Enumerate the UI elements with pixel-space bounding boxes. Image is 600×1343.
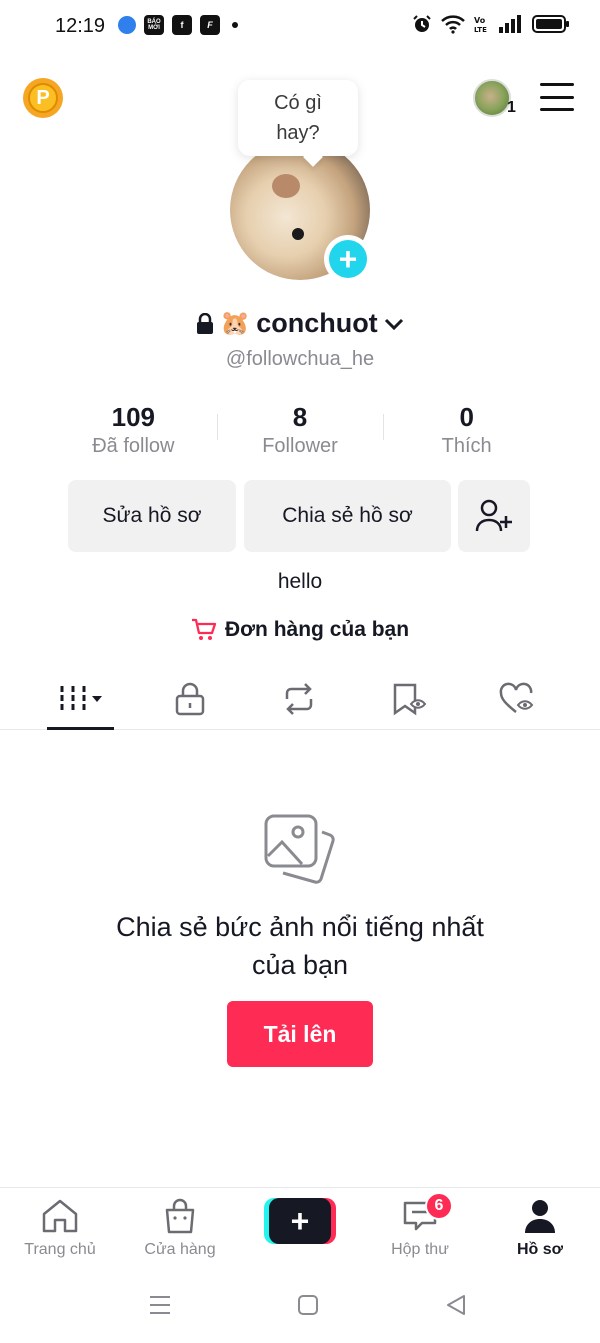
nav-home-label: Trang chủ (24, 1241, 96, 1258)
profile-name-row[interactable]: 🐹 conchuot (0, 308, 600, 339)
status-system-icons: Vo LTE (412, 14, 570, 34)
private-lock-icon (175, 682, 205, 716)
status-time: 12:19 (55, 15, 106, 37)
home-button-icon[interactable] (297, 1293, 319, 1317)
stat-likes-value: 0 (459, 402, 474, 432)
wifi-icon (441, 15, 465, 34)
coin-icon: P (28, 83, 58, 113)
tab-private[interactable] (155, 668, 225, 730)
name-emoji: 🐹 (220, 310, 251, 337)
active-tab-indicator (47, 727, 114, 730)
plus-icon: + (329, 240, 367, 278)
nav-profile-label: Hồ sơ (516, 1241, 564, 1258)
profile-tabs (0, 668, 600, 730)
nav-shop-label: Cửa hàng (144, 1241, 216, 1258)
repost-icon (285, 683, 313, 715)
add-story-button[interactable]: + (324, 235, 372, 283)
profile-bio: hello (277, 570, 323, 593)
videos-grid-icon (60, 686, 102, 712)
baomoi-icon: BÁO MỚI (144, 15, 164, 35)
stat-following[interactable]: 109 Đã follow (50, 402, 217, 458)
volte-icon: VoLTE (474, 16, 487, 34)
menu-icon[interactable] (540, 83, 574, 111)
tab-liked[interactable] (483, 668, 553, 730)
tab-repost[interactable] (264, 668, 334, 730)
messenger-icon (118, 16, 136, 34)
nav-shop[interactable]: Cửa hàng (125, 1198, 235, 1259)
stat-likes[interactable]: 0 Thích (383, 402, 550, 458)
battery-icon (532, 15, 569, 33)
stat-likes-label: Thích (441, 435, 492, 457)
profile-stats: 109 Đã follow 8 Follower 0 Thích (50, 402, 550, 458)
account-switch-avatar[interactable] (473, 79, 511, 117)
photos-icon (264, 814, 335, 884)
cart-icon (191, 618, 217, 640)
stat-followers-label: Follower (262, 435, 338, 457)
status-bubble[interactable]: Có gì hay? (238, 80, 358, 156)
liked-icon (499, 682, 534, 713)
lock-icon (197, 312, 214, 334)
svg-text:Vo: Vo (474, 16, 486, 25)
edit-profile-button[interactable]: Sửa hồ sơ (68, 480, 236, 552)
notification-dot-icon (232, 22, 238, 28)
tab-favorites[interactable] (374, 668, 444, 730)
share-profile-button[interactable]: Chia sẻ hồ sơ (244, 480, 451, 552)
create-icon: + (269, 1198, 331, 1244)
nav-inbox-label: Hộp thư (391, 1241, 449, 1258)
status-bar: 12:19 BÁO MỚI f F Vo LTE (0, 0, 600, 56)
nav-inbox[interactable]: 6 Hộp thư (365, 1192, 475, 1259)
account-count-badge: 1 (507, 99, 516, 116)
nav-home[interactable]: Trang chủ (5, 1198, 115, 1259)
bottom-navigation: Trang chủ Cửa hàng + 6 Hộp thư Hồ sơ (0, 1187, 600, 1271)
display-name: conchuot (256, 308, 378, 338)
status-notification-icons: BÁO MỚI f F (118, 15, 238, 35)
stat-followers-value: 8 (292, 402, 308, 432)
create-button[interactable]: + (264, 1198, 336, 1244)
inbox-badge: 6 (425, 1192, 453, 1220)
empty-state-title: Chia sẻ bức ảnh nổi tiếng nhất của bạn (116, 912, 484, 980)
home-icon (42, 1199, 78, 1233)
orders-label: Đơn hàng của bạn (224, 618, 410, 641)
shop-icon (165, 1198, 195, 1234)
flipboard-icon: F (200, 15, 220, 35)
nav-profile[interactable]: Hồ sơ (485, 1198, 595, 1259)
profile-icon (525, 1200, 555, 1233)
favorites-icon (393, 683, 427, 716)
signal-icon (499, 15, 521, 33)
add-user-icon (475, 499, 512, 532)
upload-button[interactable]: Tải lên (227, 1001, 373, 1067)
orders-link[interactable]: Đơn hàng của bạn (0, 618, 600, 642)
stat-following-label: Đã follow (92, 435, 175, 457)
alarm-icon (413, 15, 431, 32)
recent-apps-icon[interactable] (148, 1293, 172, 1317)
svg-text:LTE: LTE (474, 26, 487, 34)
back-icon[interactable] (444, 1293, 468, 1317)
stat-following-value: 109 (111, 402, 156, 432)
add-friends-button[interactable] (458, 480, 530, 552)
stat-followers[interactable]: 8 Follower (216, 402, 384, 458)
tab-videos[interactable] (46, 668, 116, 730)
username-handle: @followchua_he (225, 348, 375, 370)
system-navigation (0, 1271, 600, 1343)
facebook-icon: f (172, 15, 192, 35)
coins-button[interactable]: P (23, 78, 63, 118)
chevron-down-icon (384, 318, 403, 330)
